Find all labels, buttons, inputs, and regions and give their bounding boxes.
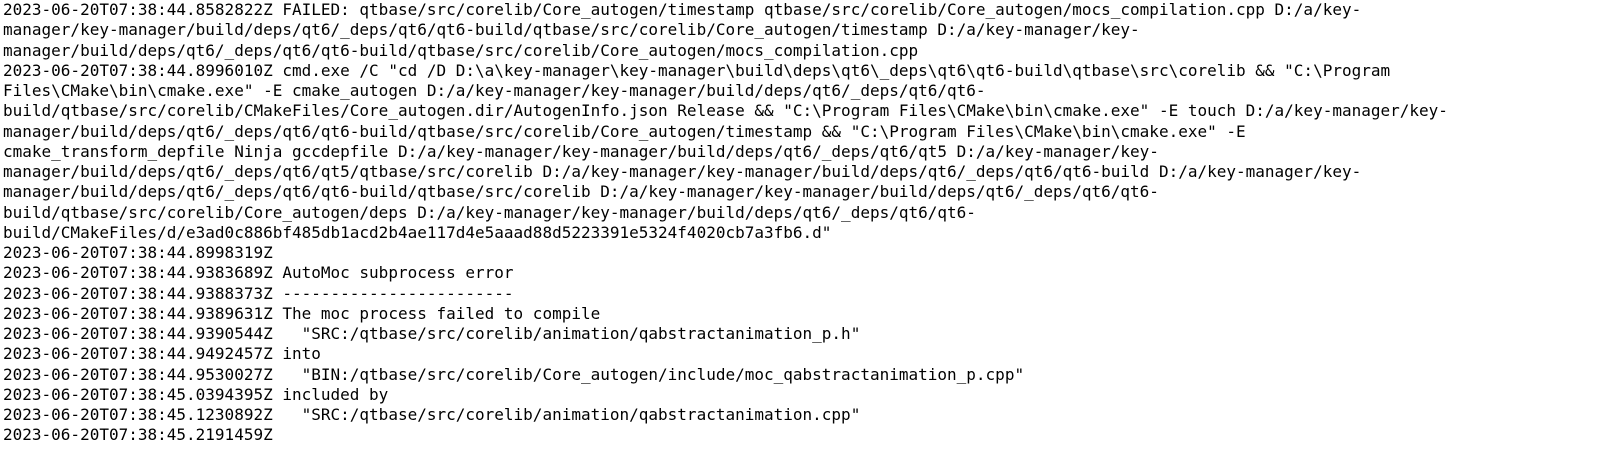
- log-line: 2023-06-20T07:38:45.0394395Z included by: [3, 384, 389, 404]
- build-log-view: 2023-06-20T07:38:44.8582822Z FAILED: qtb…: [0, 0, 1623, 459]
- log-line: 2023-06-20T07:38:44.9383689Z AutoMoc sub…: [3, 263, 514, 283]
- log-line: 2023-06-20T07:38:45.1230892Z "SRC:/qtbas…: [3, 405, 861, 424]
- log-line: manager/build/deps/qt6/_deps/qt6/qt6-bui…: [3, 121, 1246, 141]
- log-line: manager/build/deps/qt6/_deps/qt6/qt6-bui…: [3, 182, 1159, 202]
- log-line: 2023-06-20T07:38:44.8996010Z cmd.exe /C …: [3, 60, 1391, 80]
- log-line: 2023-06-20T07:38:44.9492457Z into: [3, 344, 321, 364]
- log-line: 2023-06-20T07:38:44.8998319Z: [3, 243, 273, 262]
- log-line: build/qtbase/src/corelib/Core_autogen/de…: [3, 202, 976, 222]
- log-lines: 2023-06-20T07:38:44.8582822Z FAILED: qtb…: [3, 0, 1623, 446]
- log-line: build/qtbase/src/corelib/CMakeFiles/Core…: [3, 101, 1448, 121]
- log-line: manager/build/deps/qt6/_deps/qt6/qt5/qtb…: [3, 162, 1362, 181]
- log-line: manager/build/deps/qt6/_deps/qt6/qt6-bui…: [3, 40, 919, 60]
- log-line: 2023-06-20T07:38:44.9389631Z The moc pro…: [3, 303, 601, 323]
- log-line: build/CMakeFiles/d/e3ad0c886bf485db1acd2…: [3, 222, 832, 242]
- log-line: cmake_transform_depfile Ninja gccdepfile…: [3, 141, 1159, 161]
- log-line: 2023-06-20T07:38:44.9530027Z "BIN:/qtbas…: [3, 364, 1025, 384]
- log-line: 2023-06-20T07:38:44.9390544Z "SRC:/qtbas…: [3, 324, 861, 343]
- log-line: 2023-06-20T07:38:44.8582822Z FAILED: qtb…: [3, 0, 1362, 19]
- log-line: 2023-06-20T07:38:44.9388373Z -----------…: [3, 283, 514, 303]
- log-line: 2023-06-20T07:38:45.2191459Z: [3, 425, 273, 445]
- log-line: Files\CMake\bin\cmake.exe" -E cmake_auto…: [3, 81, 986, 100]
- log-line: manager/key-manager/build/deps/qt6/_deps…: [3, 20, 1140, 40]
